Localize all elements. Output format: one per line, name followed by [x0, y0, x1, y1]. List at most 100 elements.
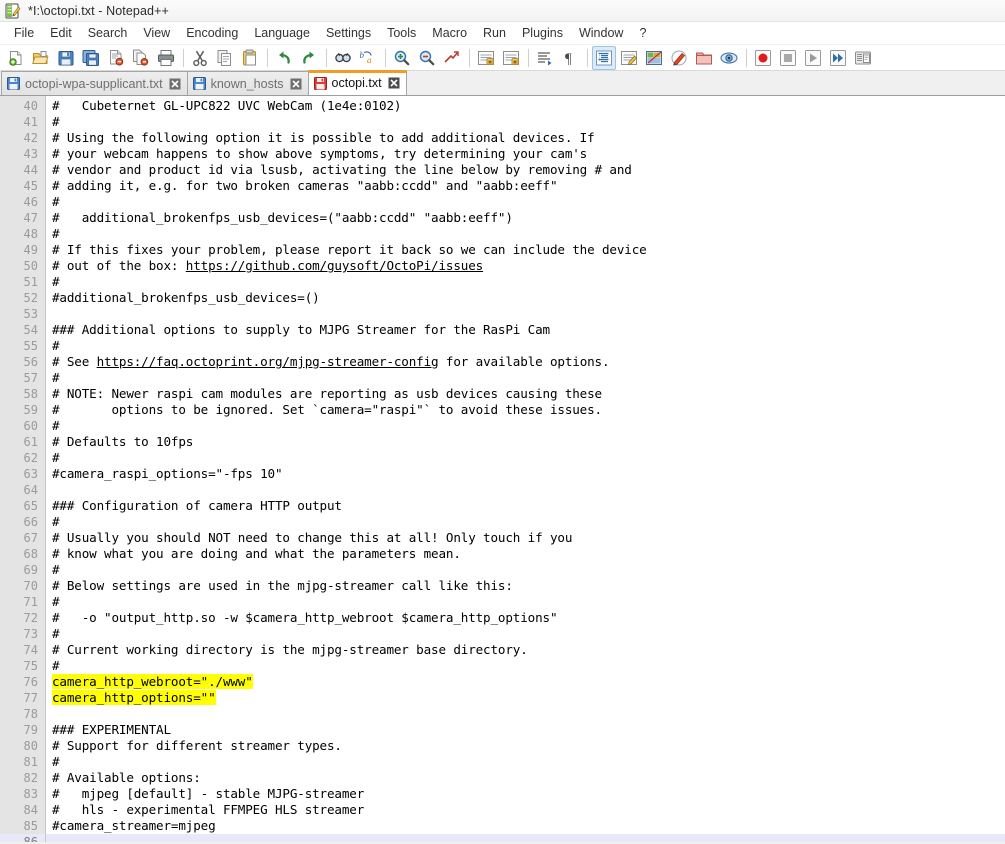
code-line[interactable]: ### EXPERIMENTAL: [46, 722, 1005, 738]
editor-area[interactable]: 40 41 42 43 44 45 46 47 48 49 50 51 52 53 54 55 56 57 58 59…: [0, 96, 1005, 842]
code-line[interactable]: # your webcam happens to show above symp…: [46, 146, 1005, 162]
code-line[interactable]: #: [46, 754, 1005, 770]
menu-item-settings[interactable]: Settings: [318, 24, 379, 42]
code-line[interactable]: [46, 706, 1005, 722]
save-all-icon[interactable]: [79, 46, 103, 70]
code-line[interactable]: # mjpeg [default] - stable MJPG-streamer: [46, 786, 1005, 802]
menu-item-run[interactable]: Run: [475, 24, 514, 42]
code-line[interactable]: # -o "output_http.so -w $camera_http_web…: [46, 610, 1005, 626]
tab-octopi-wpa-supplicant[interactable]: octopi-wpa-supplicant.txt: [1, 71, 188, 95]
zoom-in-icon[interactable]: [390, 46, 414, 70]
menu-item-plugins[interactable]: Plugins: [514, 24, 571, 42]
code-line[interactable]: # hls - experimental FFMPEG HLS streamer: [46, 802, 1005, 818]
code-link[interactable]: https://faq.octoprint.org/mjpg-streamer-…: [97, 354, 439, 369]
code-line[interactable]: [46, 306, 1005, 322]
code-line[interactable]: # Below settings are used in the mjpg-st…: [46, 578, 1005, 594]
code-line[interactable]: #additional_brokenfps_usb_devices=(): [46, 290, 1005, 306]
indent-guide-icon[interactable]: [533, 46, 557, 70]
menu-item-macro[interactable]: Macro: [424, 24, 475, 42]
code-line[interactable]: #: [46, 274, 1005, 290]
code-line[interactable]: #camera_raspi_options="-fps 10": [46, 466, 1005, 482]
code-link[interactable]: https://github.com/guysoft/OctoPi/issues: [186, 258, 483, 273]
find-icon[interactable]: [331, 46, 355, 70]
play-macro-icon[interactable]: [801, 46, 825, 70]
undo-icon[interactable]: [272, 46, 296, 70]
code-line[interactable]: [46, 482, 1005, 498]
code-line[interactable]: #: [46, 226, 1005, 242]
code-line[interactable]: # Cubeternet GL-UPC822 UVC WebCam (1e4e:…: [46, 98, 1005, 114]
code-line[interactable]: # Usually you should NOT need to change …: [46, 530, 1005, 546]
code-line[interactable]: # If this fixes your problem, please rep…: [46, 242, 1005, 258]
menu-item-file[interactable]: File: [6, 24, 42, 42]
code-line[interactable]: #: [46, 658, 1005, 674]
code-line[interactable]: #: [46, 450, 1005, 466]
copy-icon[interactable]: [213, 46, 237, 70]
menu-item-edit[interactable]: Edit: [42, 24, 80, 42]
replace-icon[interactable]: b a: [356, 46, 380, 70]
close-icon[interactable]: [169, 78, 181, 90]
menu-item-tools[interactable]: Tools: [379, 24, 424, 42]
stop-macro-icon[interactable]: [776, 46, 800, 70]
code-line[interactable]: # options to be ignored. Set `camera="ra…: [46, 402, 1005, 418]
code-line[interactable]: #: [46, 338, 1005, 354]
show-indent-guide-icon[interactable]: [592, 45, 616, 70]
menu-item-encoding[interactable]: Encoding: [178, 24, 246, 42]
code-line[interactable]: ### Configuration of camera HTTP output: [46, 498, 1005, 514]
save-macro-icon[interactable]: [851, 46, 875, 70]
menu-item-search[interactable]: Search: [80, 24, 136, 42]
code-line[interactable]: # Available options:: [46, 770, 1005, 786]
tab-octopi[interactable]: octopi.txt: [307, 70, 407, 95]
code-line[interactable]: # Current working directory is the mjpg-…: [46, 642, 1005, 658]
code-line[interactable]: # NOTE: Newer raspi cam modules are repo…: [46, 386, 1005, 402]
close-file-icon[interactable]: [104, 46, 128, 70]
all-chars-icon[interactable]: [499, 46, 523, 70]
close-icon[interactable]: [290, 78, 302, 90]
folder-as-workspace-icon[interactable]: [692, 46, 716, 70]
code-line[interactable]: # Using the following option it is possi…: [46, 130, 1005, 146]
code-line[interactable]: camera_http_webroot="./www": [46, 674, 1005, 690]
save-icon[interactable]: [54, 46, 78, 70]
paste-icon[interactable]: [238, 46, 262, 70]
user-language-icon[interactable]: [617, 46, 641, 70]
code-line[interactable]: #: [46, 418, 1005, 434]
code-line[interactable]: ### Additional options to supply to MJPG…: [46, 322, 1005, 338]
code-line[interactable]: # vendor and product id via lsusb, activ…: [46, 162, 1005, 178]
close-all-icon[interactable]: [129, 46, 153, 70]
code-line[interactable]: #: [46, 626, 1005, 642]
code-line[interactable]: #: [46, 370, 1005, 386]
new-file-icon[interactable]: [4, 46, 28, 70]
open-file-icon[interactable]: [29, 46, 53, 70]
code-line[interactable]: camera_http_options="": [46, 690, 1005, 706]
code-line[interactable]: #: [46, 514, 1005, 530]
menu-item-window[interactable]: Window: [571, 24, 631, 42]
redo-icon[interactable]: [297, 46, 321, 70]
close-icon[interactable]: [388, 77, 400, 89]
code-line[interactable]: #: [46, 194, 1005, 210]
code-line[interactable]: # Defaults to 10fps: [46, 434, 1005, 450]
code-text-area[interactable]: # Cubeternet GL-UPC822 UVC WebCam (1e4e:…: [46, 96, 1005, 842]
code-line[interactable]: # additional_brokenfps_usb_devices=("aab…: [46, 210, 1005, 226]
code-line[interactable]: # out of the box: https://github.com/guy…: [46, 258, 1005, 274]
tab-known-hosts[interactable]: known_hosts: [186, 71, 309, 95]
cut-icon[interactable]: [188, 46, 212, 70]
sync-scroll-icon[interactable]: [440, 46, 464, 70]
code-line[interactable]: [46, 834, 1005, 842]
code-line[interactable]: #: [46, 594, 1005, 610]
code-line[interactable]: # See https://faq.octoprint.org/mjpg-str…: [46, 354, 1005, 370]
fast-play-macro-icon[interactable]: [826, 46, 850, 70]
zoom-out-icon[interactable]: [415, 46, 439, 70]
code-line[interactable]: # adding it, e.g. for two broken cameras…: [46, 178, 1005, 194]
code-line[interactable]: # know what you are doing and what the p…: [46, 546, 1005, 562]
code-line[interactable]: #: [46, 114, 1005, 130]
code-line[interactable]: #: [46, 562, 1005, 578]
word-wrap-icon[interactable]: [474, 46, 498, 70]
menu-item-view[interactable]: View: [135, 24, 178, 42]
show-ui-icon[interactable]: [642, 46, 666, 70]
highlight-pen-icon[interactable]: [667, 46, 691, 70]
code-line[interactable]: # Support for different streamer types.: [46, 738, 1005, 754]
record-macro-icon[interactable]: [751, 46, 775, 70]
menu-item-help[interactable]: ?: [631, 24, 654, 42]
code-line[interactable]: #camera_streamer=mjpeg: [46, 818, 1005, 834]
pilcrow-icon[interactable]: ¶: [558, 46, 582, 70]
print-icon[interactable]: [154, 46, 178, 70]
